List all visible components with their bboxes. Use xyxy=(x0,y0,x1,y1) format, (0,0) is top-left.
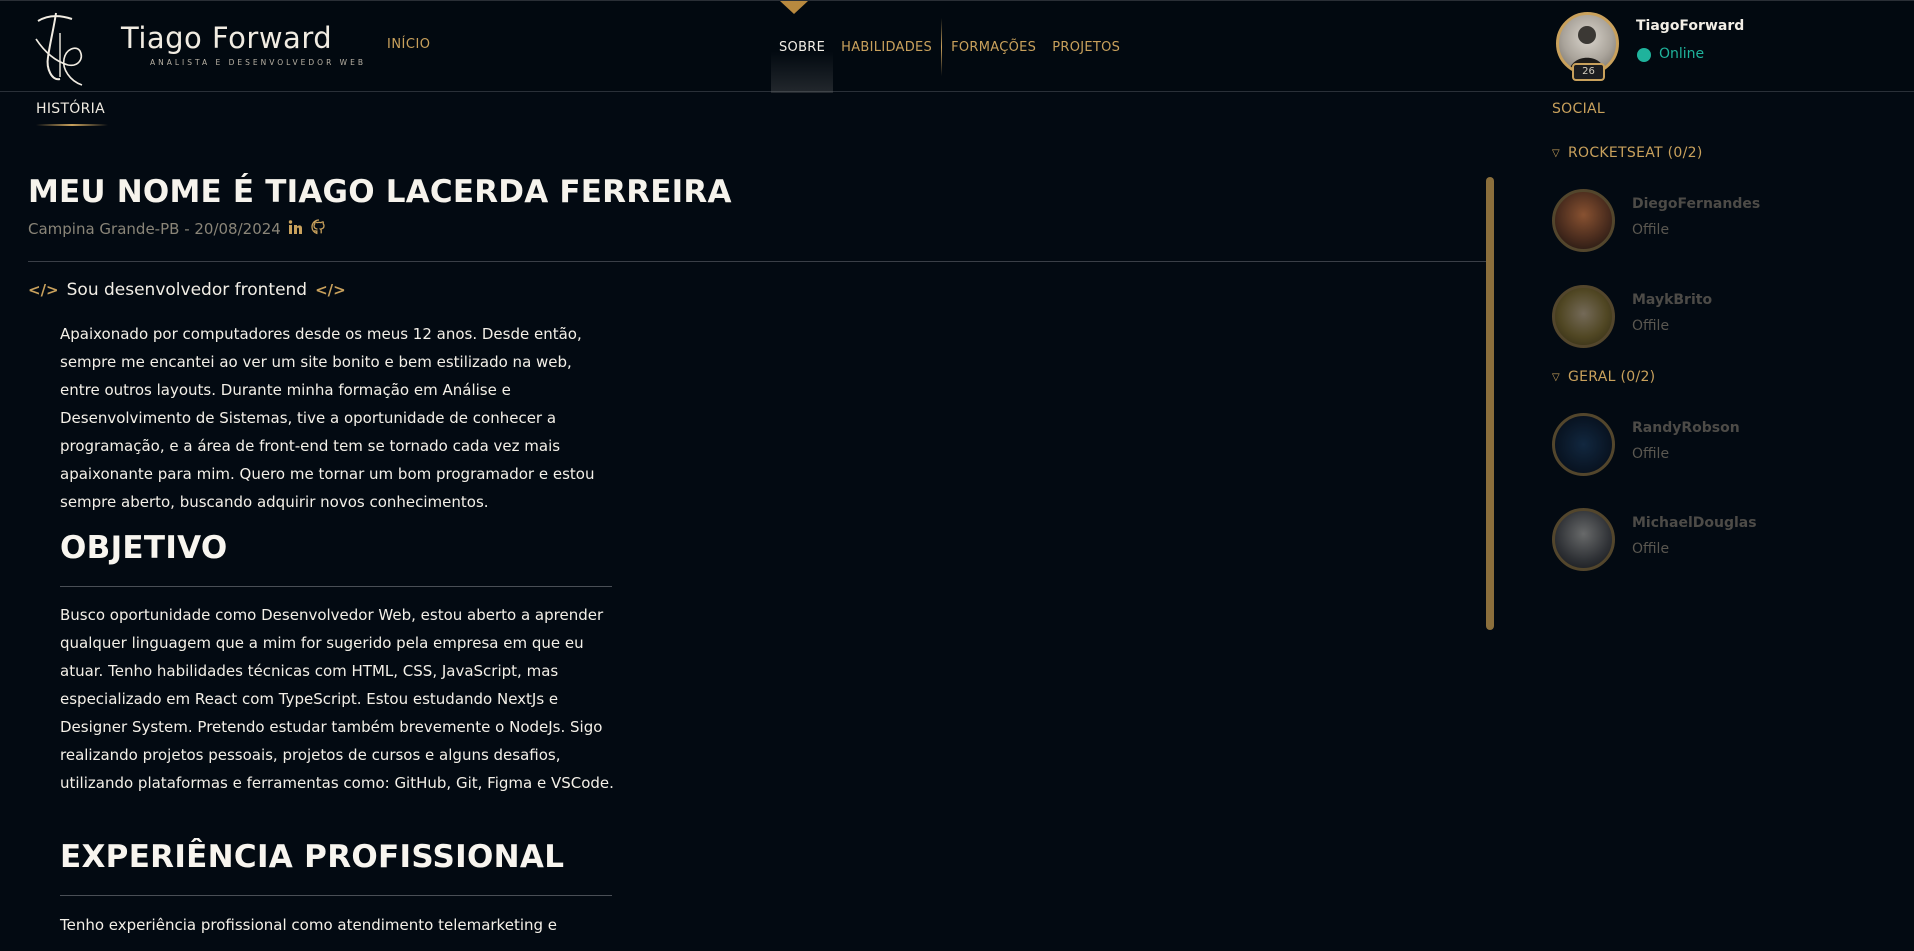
profile-status: Online xyxy=(1659,46,1705,62)
friend-name: MaykBrito xyxy=(1632,292,1713,308)
profile-username: TiagoForward xyxy=(1636,18,1745,34)
nav-tab-habilidades[interactable]: HABILIDADES xyxy=(833,1,940,93)
tab-historia[interactable]: HISTÓRIA xyxy=(36,101,105,117)
friend-status: Offile xyxy=(1632,222,1670,238)
nav-inicio-link[interactable]: INÍCIO xyxy=(387,37,431,52)
nav-tab-projetos[interactable]: PROJETOS xyxy=(1044,1,1128,93)
experience-paragraph: Tenho experiência profissional como aten… xyxy=(60,916,558,934)
dev-headline: </> Sou desenvolvedor frontend </> xyxy=(28,280,346,300)
page-title: MEU NOME É TIAGO LACERDA FERREIRA xyxy=(28,174,732,210)
experience-divider xyxy=(60,895,612,896)
linkedin-icon[interactable] xyxy=(288,220,304,238)
dev-headline-text: Sou desenvolvedor frontend xyxy=(66,280,308,300)
group-rocketseat[interactable]: ▽ ROCKETSEAT (0/2) xyxy=(1552,145,1703,161)
friend-status: Offile xyxy=(1632,318,1670,334)
friend-name: MichaelDouglas xyxy=(1632,515,1757,531)
page-meta: Campina Grande-PB - 20/08/2024 xyxy=(28,219,327,239)
social-heading: SOCIAL xyxy=(1552,101,1605,117)
tab-underline xyxy=(36,124,108,126)
online-status-icon xyxy=(1637,48,1651,62)
friend-status: Offile xyxy=(1632,541,1670,557)
brand-name: Tiago Forward xyxy=(121,21,333,55)
friend-status: Offile xyxy=(1632,446,1670,462)
brand-subtitle: ANALISTA E DESENVOLVEDOR WEB xyxy=(150,58,366,67)
friend-name: DiegoFernandes xyxy=(1632,196,1761,212)
friend-item[interactable]: DiegoFernandes Offile xyxy=(1552,189,1812,255)
logo-icon xyxy=(35,12,83,86)
avatar xyxy=(1552,413,1615,476)
triangle-down-icon: ▽ xyxy=(1552,147,1560,159)
main-nav: SOBRE HABILIDADES FORMAÇÕES PROJETOS xyxy=(771,1,1128,93)
code-icon: </> xyxy=(28,281,59,299)
triangle-down-icon: ▽ xyxy=(1552,371,1560,383)
group-geral[interactable]: ▽ GERAL (0/2) xyxy=(1552,369,1655,385)
nav-divider xyxy=(941,18,943,76)
friend-item[interactable]: RandyRobson Offile xyxy=(1552,413,1812,479)
github-icon[interactable] xyxy=(311,219,327,239)
nav-tab-formacoes[interactable]: FORMAÇÕES xyxy=(943,1,1044,93)
nav-tab-sobre[interactable]: SOBRE xyxy=(771,1,834,93)
group-label: ROCKETSEAT (0/2) xyxy=(1568,145,1703,161)
intro-paragraph: Apaixonado por computadores desde os meu… xyxy=(60,325,595,511)
objective-paragraph: Busco oportunidade como Desenvolvedor We… xyxy=(60,606,614,792)
level-badge: 26 xyxy=(1572,63,1605,81)
friend-item[interactable]: MichaelDouglas Offile xyxy=(1552,508,1812,574)
group-label: GERAL (0/2) xyxy=(1568,369,1656,385)
location-date: Campina Grande-PB - 20/08/2024 xyxy=(28,220,281,238)
content-scrollbar[interactable] xyxy=(1486,177,1494,630)
avatar xyxy=(1552,189,1615,252)
top-bar: Tiago Forward ANALISTA E DESENVOLVEDOR W… xyxy=(0,0,1914,93)
code-icon: </> xyxy=(315,281,346,299)
avatar xyxy=(1552,508,1615,571)
title-divider xyxy=(28,261,1488,262)
experience-heading: EXPERIÊNCIA PROFISSIONAL xyxy=(60,839,565,875)
objective-heading: OBJETIVO xyxy=(60,530,228,566)
avatar xyxy=(1552,285,1615,348)
friend-name: RandyRobson xyxy=(1632,420,1740,436)
objective-divider xyxy=(60,586,612,587)
friend-item[interactable]: MaykBrito Offile xyxy=(1552,285,1812,351)
